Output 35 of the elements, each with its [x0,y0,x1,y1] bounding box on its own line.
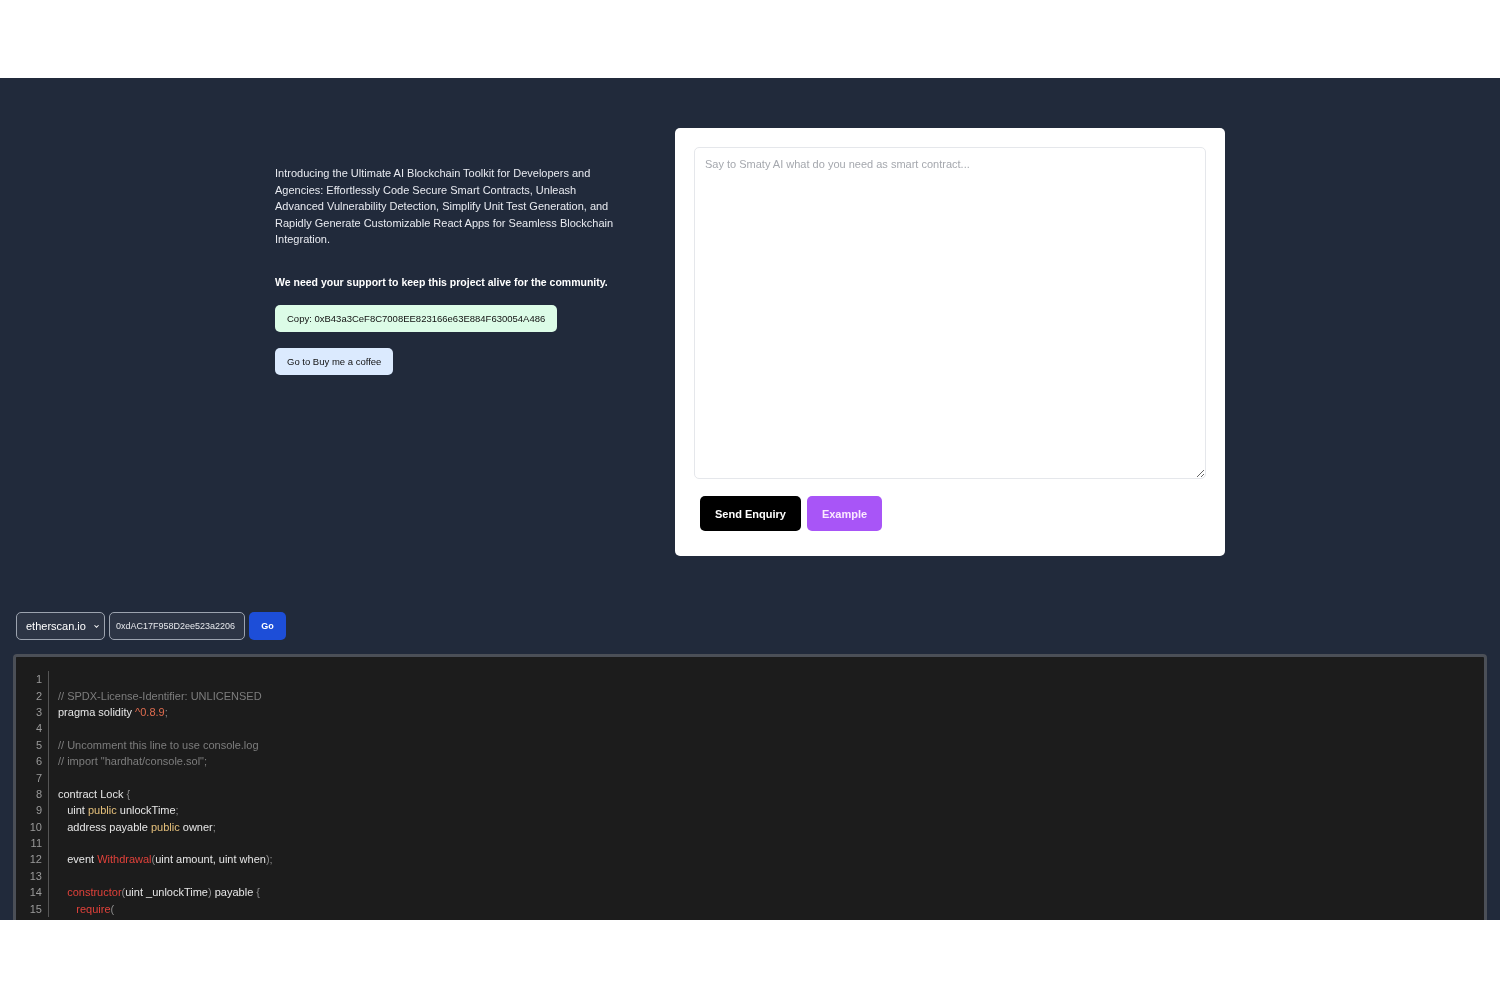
address-field[interactable]: 0xdAC17F958D2ee523a2206 [109,612,245,640]
intro-paragraph: Introducing the Ultimate AI Blockchain Toolkit for Developers and Agencies: Effortlessly Code Secure Smart Contracts, Unleash Advanced Vulnerability Detection, Simplify Unit Test Generation, and Rapidly Generate Customizable React Apps for Seamless Blockchain Integration. [275,166,615,247]
code-line: require( [75,902,115,915]
code-line: event Withdrawal(uint amount, uint when); [66,853,273,866]
line-number: 8 [16,785,49,803]
line-number: 15 [16,900,49,917]
line-number: 11 [16,834,49,852]
enquiry-field[interactable]: Say to Smaty AI what do you need as smart contract... [694,147,1206,479]
go-button[interactable]: Go [249,612,286,640]
line-number: 13 [16,867,49,885]
line-number: 1 [16,671,49,688]
explorer-select[interactable]: etherscan.io [16,612,105,640]
line-number: 10 [16,818,49,835]
line-number: 6 [16,752,49,770]
line-number: 2 [16,687,49,704]
line-number: 3 [16,703,49,721]
code-line: constructor(uint _unlockTime) payable { [66,886,260,899]
code-line: // SPDX-License-Identifier: UNLICENSED [57,689,262,702]
code-line: uint public unlockTime; [66,804,179,817]
code-line: pragma solidity ^0.8.9; [57,705,168,718]
line-number: 9 [16,802,49,819]
line-number: 5 [16,736,49,753]
code-line: address payable public owner; [66,820,216,833]
send-button[interactable]: Send Enquiry [700,496,801,531]
line-number: 12 [16,851,49,868]
chevron-down-icon [93,622,99,630]
support-text: We need your support to keep this project alive for the community. [275,275,608,288]
line-number: 14 [16,884,49,901]
code-line: // import "hardhat/console.sol"; [57,755,208,768]
copy-address-button[interactable]: Copy: 0xB43a3CeF8C7008EE823166e63E884F630054A486 [275,304,558,332]
code-line: contract Lock { [57,787,131,800]
coffee-button[interactable]: Go to Buy me a coffee [275,347,394,375]
line-number: 4 [16,720,49,737]
line-number: 7 [16,769,49,786]
code-line: // Uncomment this line to use console.log [57,738,259,751]
